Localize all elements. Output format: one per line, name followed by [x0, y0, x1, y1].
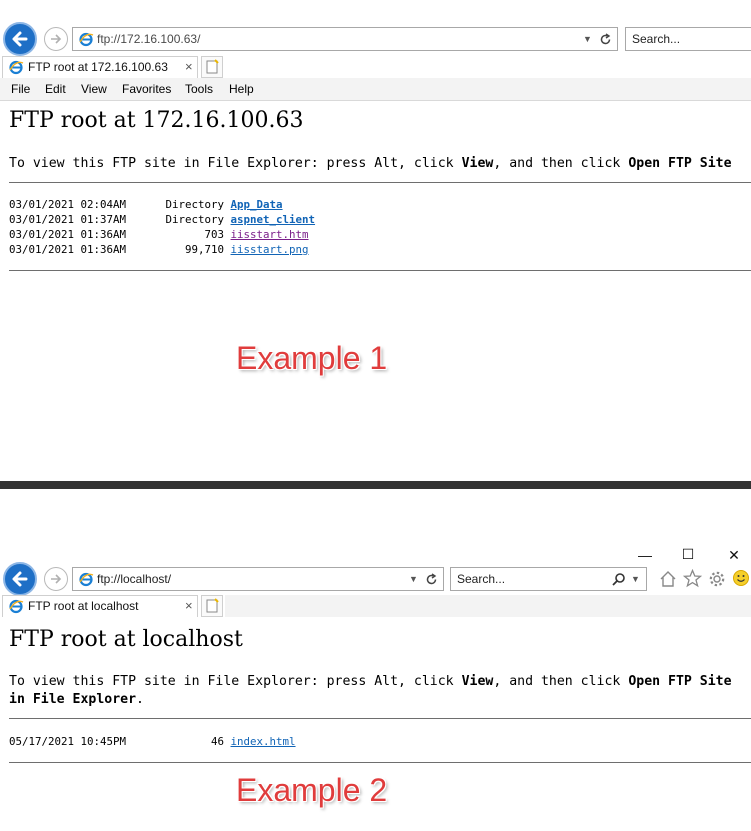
tab-row-background [225, 595, 751, 617]
back-arrow-icon [12, 31, 28, 47]
home-icon[interactable] [659, 570, 677, 588]
minimize-button[interactable]: — [637, 547, 653, 563]
instruction-middle: , and then click [493, 156, 629, 171]
file-row: 03/01/2021 01:36AM 703 iisstart.htm [9, 227, 409, 242]
forward-button[interactable] [44, 27, 68, 51]
file-link-aspnet-client[interactable]: aspnet_client [231, 213, 316, 226]
example-1-label: Example 1 [236, 340, 388, 376]
file-listing: 05/17/2021 10:45PM 46 index.html [9, 734, 409, 749]
divider-line [9, 182, 751, 183]
page-title: FTP root at localhost [9, 627, 243, 652]
menu-file[interactable]: File [11, 78, 30, 100]
search-icon[interactable] [612, 572, 626, 586]
ie-logo-icon [9, 60, 24, 75]
search-box[interactable]: Search... [625, 27, 751, 51]
new-tab-button[interactable] [201, 595, 223, 617]
forward-arrow-icon [51, 574, 62, 584]
tab-close-button[interactable]: × [185, 596, 193, 616]
refresh-icon[interactable] [425, 573, 438, 586]
address-input[interactable]: ftp://172.16.100.63/ [97, 28, 200, 50]
file-date: 03/01/2021 01:36AM [9, 228, 127, 241]
instruction-text: To view this FTP site in File Explorer: … [9, 155, 732, 173]
file-size: Directory [165, 198, 225, 211]
smiley-icon[interactable] [732, 569, 750, 587]
instruction-text: To view this FTP site in File Explorer: … [9, 673, 732, 709]
menu-view[interactable]: View [81, 78, 107, 100]
dropdown-icon[interactable]: ▼ [583, 28, 592, 50]
tab-close-button[interactable]: × [185, 57, 193, 77]
instruction-view: View [461, 156, 494, 171]
file-size: 46 [211, 735, 225, 748]
browser-tab[interactable]: FTP root at 172.16.100.63 × [2, 56, 198, 78]
dropdown-icon[interactable]: ▼ [631, 568, 640, 590]
ie-logo-icon [79, 572, 94, 587]
forward-button[interactable] [44, 567, 68, 591]
new-tab-icon [206, 598, 219, 613]
file-link-iisstart-png[interactable]: iisstart.png [231, 243, 309, 256]
instruction-middle: , and then click [493, 674, 629, 689]
file-link-app-data[interactable]: App_Data [231, 198, 283, 211]
browser-tab[interactable]: FTP root at localhost × [2, 595, 198, 617]
file-link-index-html[interactable]: index.html [231, 735, 296, 748]
back-button[interactable] [3, 22, 37, 56]
forward-arrow-icon [51, 34, 62, 44]
new-tab-icon [206, 59, 219, 74]
menu-help[interactable]: Help [229, 78, 254, 100]
ie-logo-icon [9, 599, 24, 614]
file-size: 99,710 [185, 243, 225, 256]
close-window-button[interactable]: ✕ [726, 547, 742, 563]
tab-title: FTP root at localhost [28, 599, 139, 613]
dropdown-icon[interactable]: ▼ [409, 568, 418, 590]
instruction-line2-end: . [136, 692, 144, 707]
divider-line [9, 762, 751, 763]
file-listing: 03/01/2021 02:04AM Directory App_Data 03/… [9, 197, 409, 257]
search-input[interactable]: Search... [457, 568, 505, 590]
gear-icon[interactable] [708, 570, 726, 588]
file-date: 03/01/2021 01:36AM [9, 243, 127, 256]
address-input[interactable]: ftp://localhost/ [97, 568, 171, 590]
menu-favorites[interactable]: Favorites [122, 78, 171, 100]
tab-title: FTP root at 172.16.100.63 [28, 60, 168, 74]
file-row: 05/17/2021 10:45PM 46 index.html [9, 734, 409, 749]
new-tab-button[interactable] [201, 56, 223, 78]
file-size: Directory [165, 213, 225, 226]
search-input[interactable]: Search... [632, 28, 680, 50]
refresh-icon[interactable] [599, 33, 612, 46]
file-date: 03/01/2021 02:04AM [9, 198, 127, 211]
address-bar[interactable]: ftp://localhost/ ▼ [72, 567, 444, 591]
instruction-view: View [461, 674, 494, 689]
file-row: 03/01/2021 01:36AM 99,710 iisstart.png [9, 242, 409, 257]
star-icon[interactable] [683, 569, 702, 588]
back-button[interactable] [3, 562, 37, 596]
file-size: 703 [204, 228, 225, 241]
divider-line [9, 270, 751, 271]
menu-tools[interactable]: Tools [185, 78, 213, 100]
example-2-label: Example 2 [236, 772, 388, 808]
menu-edit[interactable]: Edit [45, 78, 66, 100]
search-box[interactable]: Search... ▼ [450, 567, 647, 591]
screenshot-separator [0, 481, 751, 489]
divider-line [9, 718, 751, 719]
file-row: 03/01/2021 01:37AM Directory aspnet_clien… [9, 212, 409, 227]
address-bar[interactable]: ftp://172.16.100.63/ ▼ [72, 27, 618, 51]
page-title: FTP root at 172.16.100.63 [9, 108, 304, 133]
back-arrow-icon [12, 571, 28, 587]
file-row: 03/01/2021 02:04AM Directory App_Data [9, 197, 409, 212]
instruction-prefix: To view this FTP site in File Explorer: … [9, 156, 462, 171]
instruction-open: Open FTP Site [628, 156, 732, 171]
file-date: 05/17/2021 10:45PM [9, 735, 127, 748]
menu-bar: File Edit View Favorites Tools Help [0, 78, 751, 101]
file-date: 03/01/2021 01:37AM [9, 213, 127, 226]
instruction-line2: in File Explorer [9, 692, 137, 707]
instruction-open: Open FTP Site [628, 674, 732, 689]
ie-logo-icon [79, 32, 94, 47]
maximize-button[interactable]: ☐ [680, 546, 696, 562]
file-link-iisstart-htm[interactable]: iisstart.htm [231, 228, 309, 241]
instruction-prefix: To view this FTP site in File Explorer: … [9, 674, 462, 689]
